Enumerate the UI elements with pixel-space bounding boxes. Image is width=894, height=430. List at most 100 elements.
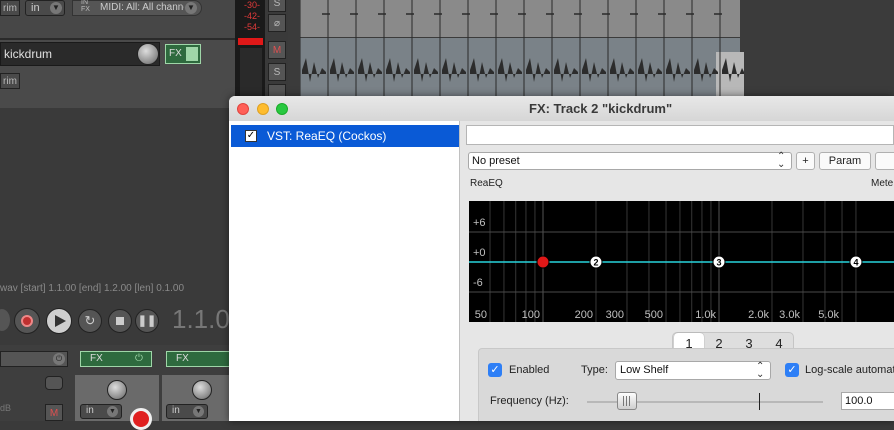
log-scale-label: Log-scale automat xyxy=(805,364,894,376)
fx-enabled-checkbox[interactable]: ✓ xyxy=(245,130,257,142)
phase-icon: ⌀ xyxy=(273,18,281,29)
mixer-master-input[interactable]: ⏻ xyxy=(0,351,68,367)
record-arm-button[interactable] xyxy=(130,408,152,430)
type-value: Low Shelf xyxy=(620,364,669,376)
mixer-fx-button-1[interactable]: FX ⏻ xyxy=(80,351,152,367)
fx-chain-item-label: VST: ReaEQ (Cockos) xyxy=(267,129,387,143)
meter-value: -30- xyxy=(243,0,260,10)
mute-label: M xyxy=(49,408,59,419)
io-button[interactable] xyxy=(875,152,894,170)
mixer-input-select-2[interactable]: in ▼ xyxy=(166,404,208,419)
select-arrows-icon: ⌃ ⌄ xyxy=(777,151,786,170)
param-button[interactable]: Param xyxy=(819,152,871,170)
mixer-link-button[interactable] xyxy=(45,376,63,390)
midi-input-select[interactable]: IN FX MIDI: All: All channe ▼ xyxy=(72,0,202,16)
mute-button-2[interactable]: M xyxy=(268,41,286,59)
frequency-axis-label: 5.0k xyxy=(818,309,839,321)
trim-label: rim xyxy=(3,3,17,14)
stop-button[interactable] xyxy=(108,309,132,333)
frequency-default-marker xyxy=(759,393,760,410)
fx-chain-list: ✓ VST: ReaEQ (Cockos) xyxy=(229,121,460,421)
add-preset-button[interactable]: + xyxy=(796,152,815,170)
gain-axis-label: +0 xyxy=(473,247,486,259)
input-label: in xyxy=(31,2,40,14)
param-label: Param xyxy=(828,155,862,167)
meter-value: -54- xyxy=(243,22,260,32)
time-value: 1.1.0 xyxy=(172,304,230,334)
band-settings-panel xyxy=(478,348,894,421)
db-text: dB xyxy=(0,403,12,413)
fx-label: FX xyxy=(169,48,182,59)
status-bar: wav [start] 1.1.00 [end] 1.2.00 [len] 0.… xyxy=(0,283,235,299)
solo-button-1[interactable]: S xyxy=(268,0,286,12)
meter-label: Mete xyxy=(871,178,894,189)
frequency-axis-label: 300 xyxy=(606,309,624,321)
solo-button-2[interactable]: S xyxy=(268,63,286,81)
fx-window-title-bar[interactable]: FX: Track 2 "kickdrum" xyxy=(229,96,894,122)
meter-value: -42- xyxy=(243,11,260,21)
frequency-axis-label: 200 xyxy=(575,309,593,321)
fx-label: FX xyxy=(176,353,189,364)
add-label: + xyxy=(802,155,809,167)
mixer-fx-button-2[interactable]: FX xyxy=(166,351,235,367)
frequency-label: Frequency (Hz): xyxy=(490,395,569,407)
input-select-1[interactable]: in ▼ xyxy=(25,0,65,16)
solo-label: S xyxy=(273,67,281,78)
fx-button[interactable]: FX xyxy=(165,44,201,64)
close-window-button[interactable] xyxy=(237,103,249,115)
status-text: wav [start] 1.1.00 [end] 1.2.00 [len] 0.… xyxy=(0,283,185,294)
track-name: kickdrum xyxy=(4,47,53,61)
frequency-axis-label: 100 xyxy=(522,309,540,321)
plugin-preset-name-field[interactable] xyxy=(466,125,894,145)
pause-icon: ❚❚ xyxy=(137,315,157,327)
in-fx-label: IN FX xyxy=(81,0,90,13)
fx-bypass-indicator xyxy=(186,47,198,61)
record-button[interactable] xyxy=(14,308,40,334)
pause-button[interactable]: ❚❚ xyxy=(135,309,159,333)
chevron-down-icon: ▼ xyxy=(185,2,197,14)
chevron-down-icon: ▼ xyxy=(50,2,62,14)
phase-button-1[interactable]: ⌀ xyxy=(268,14,286,32)
minimize-window-button[interactable] xyxy=(257,103,269,115)
eq-graph[interactable]: +6 +0 -6 50 100 200 300 500 1.0k 2.0k 3.0k 5.0k 1 2… xyxy=(469,201,894,322)
preset-value: No preset xyxy=(472,155,520,167)
eq-band-number: 3 xyxy=(716,258,721,268)
gain-axis-label: -6 xyxy=(473,277,483,289)
meter-clip-indicator xyxy=(238,38,263,45)
mixer-db-label: dB xyxy=(0,403,11,413)
frequency-input[interactable]: 100.0 xyxy=(841,392,894,410)
zoom-window-button[interactable] xyxy=(276,103,288,115)
trim-button-1[interactable]: rim xyxy=(0,0,20,16)
track-name-field[interactable]: kickdrum xyxy=(0,42,160,66)
type-label: Type: xyxy=(581,364,608,376)
play-button[interactable] xyxy=(46,308,72,334)
solo-label: S xyxy=(273,0,281,9)
eq-band-number: 4 xyxy=(853,258,858,268)
mixer-mute-button[interactable]: M xyxy=(45,404,63,421)
window-title: FX: Track 2 "kickdrum" xyxy=(529,101,673,116)
waveform-grid xyxy=(300,0,744,100)
time-display: 1.1.0 xyxy=(172,304,230,335)
chevron-down-icon: ▼ xyxy=(107,406,118,417)
mixer-input-select-1[interactable]: in ▼ xyxy=(80,404,122,419)
midi-channel-label: MIDI: All: All channe xyxy=(100,2,184,13)
fx-chain-item[interactable]: ✓ VST: ReaEQ (Cockos) xyxy=(231,125,459,147)
input-label: in xyxy=(172,405,180,416)
volume-knob[interactable] xyxy=(137,43,159,65)
pan-knob-2[interactable] xyxy=(192,380,212,400)
pan-knob-1[interactable] xyxy=(107,380,127,400)
checkmark-icon: ✓ xyxy=(490,364,500,376)
enabled-checkbox[interactable]: ✓ xyxy=(488,363,502,377)
stop-icon xyxy=(116,317,124,325)
type-select[interactable]: Low Shelf ⌃ ⌄ xyxy=(615,361,771,380)
power-icon: ⏻ xyxy=(53,353,65,365)
trim-label: rim xyxy=(3,76,17,87)
log-scale-checkbox[interactable]: ✓ xyxy=(785,363,799,377)
mute-label: M xyxy=(272,45,282,56)
frequency-slider-thumb[interactable] xyxy=(617,392,637,410)
trim-button-2[interactable]: rim xyxy=(0,73,20,89)
loop-button[interactable]: ↻ xyxy=(78,309,102,333)
frequency-axis-label: 1.0k xyxy=(695,309,716,321)
preset-select[interactable]: No preset ⌃ ⌄ xyxy=(468,152,792,170)
checkmark-icon: ✓ xyxy=(787,364,797,376)
